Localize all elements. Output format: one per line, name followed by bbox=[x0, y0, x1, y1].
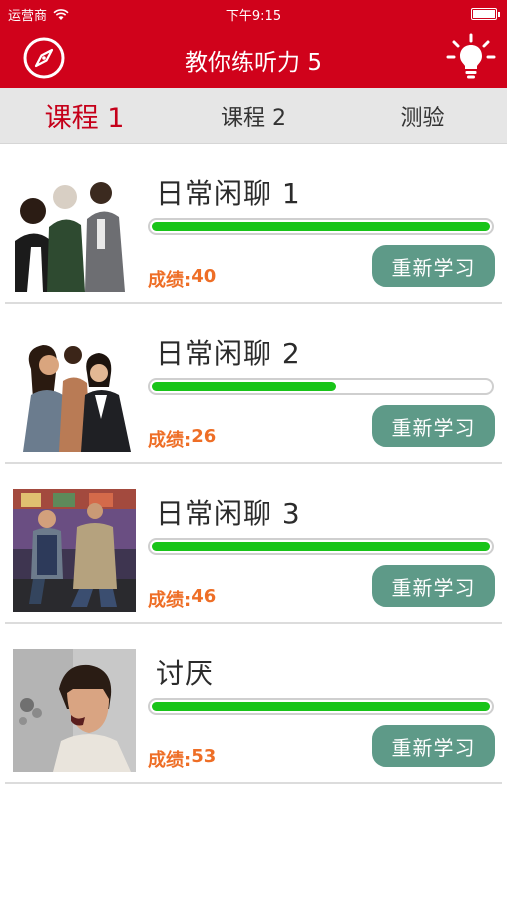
restart-button[interactable]: 重新学习 bbox=[372, 565, 495, 607]
progress-bar bbox=[148, 538, 494, 555]
score-value: 26 bbox=[191, 426, 217, 447]
score-value: 40 bbox=[191, 266, 217, 287]
progress-fill bbox=[152, 222, 490, 231]
restart-button[interactable]: 重新学习 bbox=[372, 245, 495, 287]
app-title: 教你练听力 5 bbox=[185, 50, 322, 76]
score-label: 成绩: bbox=[148, 270, 192, 291]
tab-course-2[interactable]: 课程 2 bbox=[169, 88, 338, 143]
score: 成绩: 46 bbox=[148, 586, 216, 612]
restart-button[interactable]: 重新学习 bbox=[372, 725, 495, 767]
lesson-thumbnail bbox=[13, 169, 136, 292]
lesson-item[interactable]: 讨厌 成绩: 53 重新学习 bbox=[0, 624, 507, 784]
tab-quiz[interactable]: 测验 bbox=[338, 88, 507, 143]
score: 成绩: 53 bbox=[148, 746, 216, 772]
lesson-title: 日常闲聊 2 bbox=[156, 337, 301, 370]
lesson-item[interactable]: 日常闲聊 2 成绩: 26 重新学习 bbox=[0, 304, 507, 464]
lesson-thumbnail bbox=[13, 329, 136, 452]
progress-bar bbox=[148, 698, 494, 715]
divider bbox=[5, 782, 502, 784]
score-value: 46 bbox=[191, 586, 217, 607]
restart-button[interactable]: 重新学习 bbox=[372, 405, 495, 447]
lesson-title: 日常闲聊 3 bbox=[156, 497, 301, 530]
score-label: 成绩: bbox=[148, 750, 192, 771]
status-time: 下午9:15 bbox=[225, 9, 282, 24]
lesson-item[interactable]: 日常闲聊 3 成绩: 46 重新学习 bbox=[0, 464, 507, 624]
lesson-title: 日常闲聊 1 bbox=[156, 177, 301, 210]
tab-bar: 课程 1 课程 2 测验 bbox=[0, 88, 507, 144]
battery-icon bbox=[471, 8, 500, 20]
progress-fill bbox=[152, 702, 490, 711]
score: 成绩: 26 bbox=[148, 426, 216, 452]
progress-fill bbox=[152, 542, 490, 551]
lesson-thumbnail bbox=[13, 649, 136, 772]
lesson-thumbnail bbox=[13, 489, 136, 612]
progress-fill bbox=[152, 382, 337, 391]
score-value: 53 bbox=[191, 746, 217, 767]
score-label: 成绩: bbox=[148, 590, 192, 611]
lesson-item[interactable]: 日常闲聊 1 成绩: 40 重新学习 bbox=[0, 144, 507, 304]
progress-bar bbox=[148, 378, 494, 395]
status-bar: 运营商 下午9:15 bbox=[0, 0, 507, 26]
progress-bar bbox=[148, 218, 494, 235]
score: 成绩: 40 bbox=[148, 266, 216, 292]
lightbulb-icon[interactable] bbox=[445, 32, 497, 84]
lesson-title: 讨厌 bbox=[156, 657, 215, 690]
tab-course-1[interactable]: 课程 1 bbox=[0, 88, 169, 143]
nav-bar: 教你练听力 5 bbox=[0, 26, 507, 88]
score-label: 成绩: bbox=[148, 430, 192, 451]
